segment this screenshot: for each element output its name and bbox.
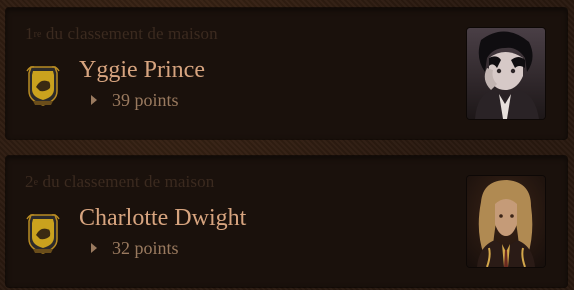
rank-label: 2e du classement de maison [25, 172, 214, 192]
rank-number: 1 [25, 24, 34, 43]
rank-number: 2 [25, 172, 34, 191]
rank-suffix: e [33, 177, 39, 188]
player-name[interactable]: Yggie Prince [79, 57, 205, 84]
player-name[interactable]: Charlotte Dwight [79, 205, 246, 232]
caret-right-icon [91, 243, 97, 253]
points-value: 39 points [112, 89, 179, 110]
points-row: 32 points [91, 238, 179, 258]
character-portrait-icon[interactable] [467, 176, 545, 267]
house-crest-icon [24, 211, 62, 255]
rank-text: du classement de maison [41, 24, 218, 43]
points-row: 39 points [91, 90, 179, 110]
rank-suffix: re [33, 29, 42, 40]
caret-right-icon [91, 95, 97, 105]
ranking-card-1: 1re du classement de maison Yggie Prince… [6, 8, 567, 139]
points-value: 32 points [112, 237, 179, 258]
character-portrait-icon[interactable] [467, 28, 545, 119]
rank-label: 1re du classement de maison [25, 24, 218, 44]
rank-text: du classement de maison [38, 172, 215, 191]
house-crest-icon [24, 63, 62, 107]
ranking-card-2: 2e du classement de maison Charlotte Dwi… [6, 156, 567, 287]
